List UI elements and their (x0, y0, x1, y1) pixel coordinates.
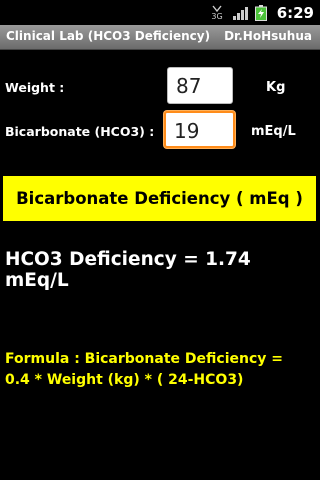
network-3g-icon: 3G (211, 5, 223, 21)
title-bar: Clinical Lab (HCO3 Deficiency) Dr.HoHsuh… (0, 25, 320, 50)
weight-label: Weight : (5, 80, 65, 95)
formula-line-2: 0.4 * Weight (kg) * ( 24-HCO3) (5, 372, 244, 388)
bicarbonate-unit: mEq/L (251, 124, 296, 139)
formula: Formula : Bicarbonate Deficiency = 0.4 *… (5, 349, 317, 391)
weight-unit: Kg (266, 80, 286, 95)
weight-input[interactable]: 87 (167, 67, 233, 104)
battery-charging-icon (254, 5, 267, 21)
bicarbonate-input[interactable]: 19 (164, 111, 235, 148)
status-bar: 3G 6:29 (0, 0, 320, 25)
result-text: HCO3 Deficiency = 1.74 mEq/L (5, 249, 251, 291)
bicarbonate-label: Bicarbonate (HCO3) : (5, 124, 155, 139)
app-title: Clinical Lab (HCO3 Deficiency) (6, 29, 211, 43)
network-type-label: 3G (211, 12, 223, 21)
signal-strength-icon (232, 7, 248, 20)
status-icons: 3G 6:29 (211, 4, 314, 22)
author-name: Dr.HoHsuhua (224, 29, 312, 43)
clock: 6:29 (276, 4, 314, 22)
calculate-button[interactable]: Bicarbonate Deficiency ( mEq ) (3, 176, 316, 221)
formula-line-1: Formula : Bicarbonate Deficiency = (5, 351, 283, 367)
